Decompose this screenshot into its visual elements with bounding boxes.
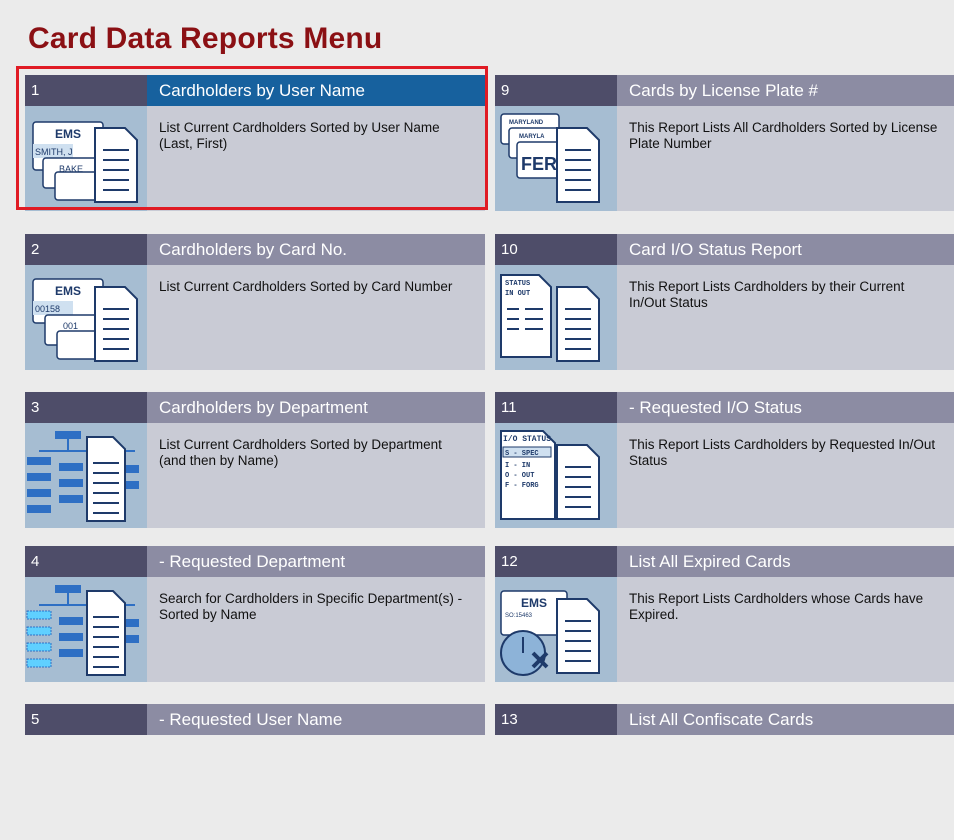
report-number: 12 [495,546,617,577]
report-number: 2 [25,234,147,265]
page-title: Card Data Reports Menu [28,22,383,55]
svg-text:O - OUT: O - OUT [505,472,534,480]
report-title[interactable]: List All Confiscate Cards [617,704,954,735]
report-number: 5 [25,704,147,735]
report-number: 3 [25,392,147,423]
report-description: List Current Cardholders Sorted by Card … [159,279,453,294]
department-search-icon[interactable] [25,577,147,682]
cardholder-card-icon[interactable]: EMS SMITH, J BAKE [25,106,147,211]
report-card-10[interactable]: 10 Card I/O Status Report STATUS IN OUT [495,234,954,370]
report-card-5[interactable]: 5 - Requested User Name [25,704,485,840]
report-description: Search for Cardholders in Specific Depar… [159,591,463,622]
svg-text:STATUS: STATUS [505,280,530,288]
report-description: This Report Lists Cardholders whose Card… [629,591,924,622]
card-number-icon[interactable]: EMS 00158 001 [25,265,147,370]
svg-text:SO:15463: SO:15463 [505,613,533,619]
report-card-12[interactable]: 12 List All Expired Cards EMS SO:15463 T… [495,546,954,682]
svg-text:001: 001 [63,321,78,331]
report-number: 1 [25,75,147,106]
report-title[interactable]: Cardholders by Department [147,392,485,423]
department-tree-icon[interactable] [25,423,147,528]
report-card-13[interactable]: 13 List All Confiscate Cards [495,704,954,840]
svg-text:00158: 00158 [35,304,60,314]
report-card-11[interactable]: 11 - Requested I/O Status I/O STATUS S -… [495,392,954,528]
report-card-9[interactable]: 9 Cards by License Plate # MARYLAND MARY… [495,75,954,211]
report-description: This Report Lists Cardholders by Request… [629,437,936,468]
svg-text:IN OUT: IN OUT [505,290,530,298]
report-number: 9 [495,75,617,106]
license-plate-icon[interactable]: MARYLAND MARYLA FER [495,106,617,211]
report-number: 13 [495,704,617,735]
report-card-4[interactable]: 4 - Requested Department Search for Card… [25,546,485,682]
report-number: 10 [495,234,617,265]
report-title[interactable]: Cards by License Plate # [617,75,954,106]
svg-text:MARYLA: MARYLA [519,134,545,140]
report-description: This Report Lists All Cardholders Sorted… [629,120,938,151]
report-description: This Report Lists Cardholders by their C… [629,279,905,310]
svg-text:EMS: EMS [521,596,547,610]
svg-text:S - SPEC: S - SPEC [505,450,539,458]
report-card-3[interactable]: 3 Cardholders by Department List Current… [25,392,485,528]
io-status-icon[interactable]: STATUS IN OUT [495,265,617,370]
report-card-2[interactable]: 2 Cardholders by Card No. EMS 00158 001 … [25,234,485,370]
report-title[interactable]: Cardholders by User Name [147,75,485,106]
requested-io-status-icon[interactable]: I/O STATUS S - SPEC I - IN O - OUT F - F… [495,423,617,528]
report-card-1[interactable]: 1 Cardholders by User Name EMS SMITH, J … [25,75,485,211]
report-title[interactable]: Card I/O Status Report [617,234,954,265]
report-title[interactable]: List All Expired Cards [617,546,954,577]
report-description: List Current Cardholders Sorted by User … [159,120,440,151]
report-title[interactable]: Cardholders by Card No. [147,234,485,265]
svg-text:F - FORG: F - FORG [505,482,539,490]
report-title[interactable]: - Requested I/O Status [617,392,954,423]
expired-card-icon[interactable]: EMS SO:15463 [495,577,617,682]
svg-text:SMITH, J: SMITH, J [35,147,73,157]
report-title[interactable]: - Requested Department [147,546,485,577]
svg-text:EMS: EMS [55,284,81,298]
report-description: List Current Cardholders Sorted by Depar… [159,437,442,468]
report-title[interactable]: - Requested User Name [147,704,485,735]
svg-text:I - IN: I - IN [505,462,530,470]
report-number: 4 [25,546,147,577]
svg-text:MARYLAND: MARYLAND [509,120,544,126]
icon-text: EMS [55,127,81,141]
svg-text:FER: FER [521,154,557,174]
svg-text:I/O STATUS: I/O STATUS [503,435,551,444]
report-number: 11 [495,392,617,423]
